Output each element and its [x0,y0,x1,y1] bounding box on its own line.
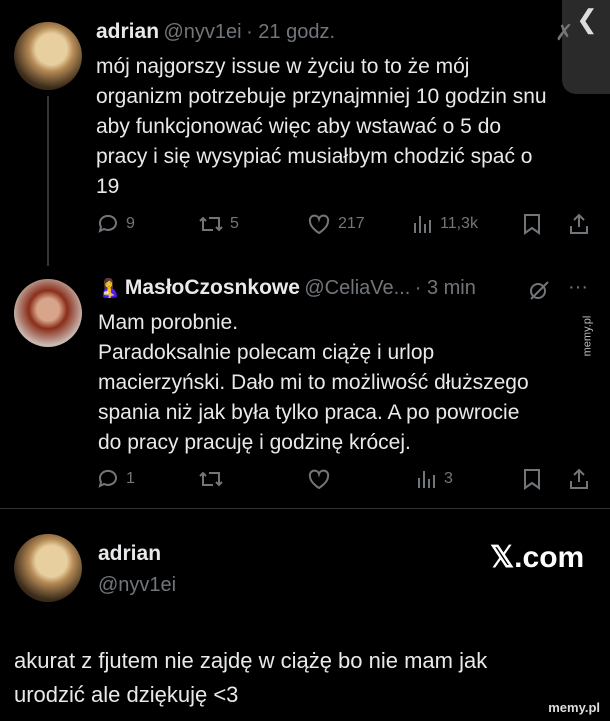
divider [0,508,610,509]
chevron-left-icon: ❮ [576,4,598,34]
reply-icon [98,469,117,488]
retweet-count: 5 [230,215,239,232]
tweet-line: do pracy pracuję i godzinę krócej. [98,431,411,454]
retweet-button[interactable]: 5 [198,212,239,236]
timestamp[interactable]: · 21 godz. [246,21,335,43]
close-icon[interactable]: ✗ [555,20,573,46]
display-name[interactable]: MasłoCzosnkowe [125,276,300,299]
reply-count: 9 [126,215,135,232]
username[interactable]: @nyv1ei [98,574,176,597]
tweet-line: spania niż jak była tylko praca. A po po… [98,401,520,424]
views-icon [414,216,431,233]
heart-icon [308,214,330,235]
tweet-line: 19 [96,175,120,198]
watermark: memy.pl [548,700,600,715]
retweet-icon [199,216,223,232]
tweet-header: adrian @nyv1ei · 21 godz. [96,20,335,44]
reply-count: 1 [126,470,135,487]
emoji: 🤱 [98,278,121,298]
tweet-line: Paradoksalnie polecam ciążę i urlop [98,341,435,364]
tweet-line: akurat z fjutem nie zajdę w ciążę bo nie… [14,648,488,673]
heart-icon [308,469,330,490]
views-icon [418,471,435,488]
retweet-icon [199,471,223,487]
like-button[interactable] [306,467,332,491]
bookmark-button[interactable] [521,467,543,491]
bookmark-button[interactable] [521,212,543,236]
tweet-line: pracy i się wysypiać musiałbym chodzić s… [96,145,533,168]
side-watermark: memy.pl [581,315,594,357]
tweet-text: Mam porobnie. Paradoksalnie polecam ciąż… [98,308,568,458]
reply-button[interactable]: 9 [96,212,135,236]
username[interactable]: @CeliaVe... [304,277,410,299]
retweet-button[interactable] [198,467,224,491]
tweet-line: organizm potrzebuje przynajmniej 10 godz… [96,85,547,108]
tweet-line: aby funkcjonować więc aby wstawać o 5 do [96,115,502,138]
thread-line [47,96,49,266]
display-name[interactable]: adrian [98,542,161,566]
views-count: 11,3k [440,215,478,232]
avatar[interactable] [14,279,82,347]
avatar[interactable] [14,22,82,90]
reply-button[interactable]: 1 [96,467,135,491]
tweet-text: mój najgorszy issue w życiu to to że mój… [96,52,566,202]
share-button[interactable] [567,212,591,236]
display-name[interactable]: adrian [96,20,159,43]
back-button[interactable]: ❮ [562,0,610,94]
tweet-line: urodzić ale dziękuję <3 [14,682,239,707]
views-button[interactable]: 3 [416,467,453,491]
tweet-header: 🤱 MasłoCzosnkowe @CeliaVe... · 3 min [98,276,476,300]
share-button[interactable] [567,467,591,491]
display-name-text: adrian [98,542,162,565]
x-logo: 𝕏.com [490,541,585,574]
like-button[interactable]: 217 [306,212,365,236]
tweet-text: akurat z fjutem nie zajdę w ciążę bo nie… [14,644,574,712]
bookmark-icon [524,469,540,490]
bookmark-icon [524,214,540,235]
reply-icon [98,214,117,233]
views-count: 3 [444,470,453,487]
share-icon [570,213,588,234]
timestamp[interactable]: · 3 min [415,277,476,299]
like-count: 217 [338,215,365,232]
username[interactable]: @nyv1ei [163,21,241,43]
grok-icon [530,281,549,300]
grok-button[interactable] [527,278,551,302]
views-button[interactable]: 11,3k [412,212,478,236]
tweet-line: Mam porobnie. [98,311,239,334]
tweet-line: mój najgorszy issue w życiu to to że mój [96,55,470,78]
share-icon [570,468,588,489]
tweet-line: macierzyński. Dało mi to możliwość dłużs… [98,371,529,394]
avatar[interactable] [14,534,82,602]
more-icon[interactable]: ··· [568,276,588,299]
